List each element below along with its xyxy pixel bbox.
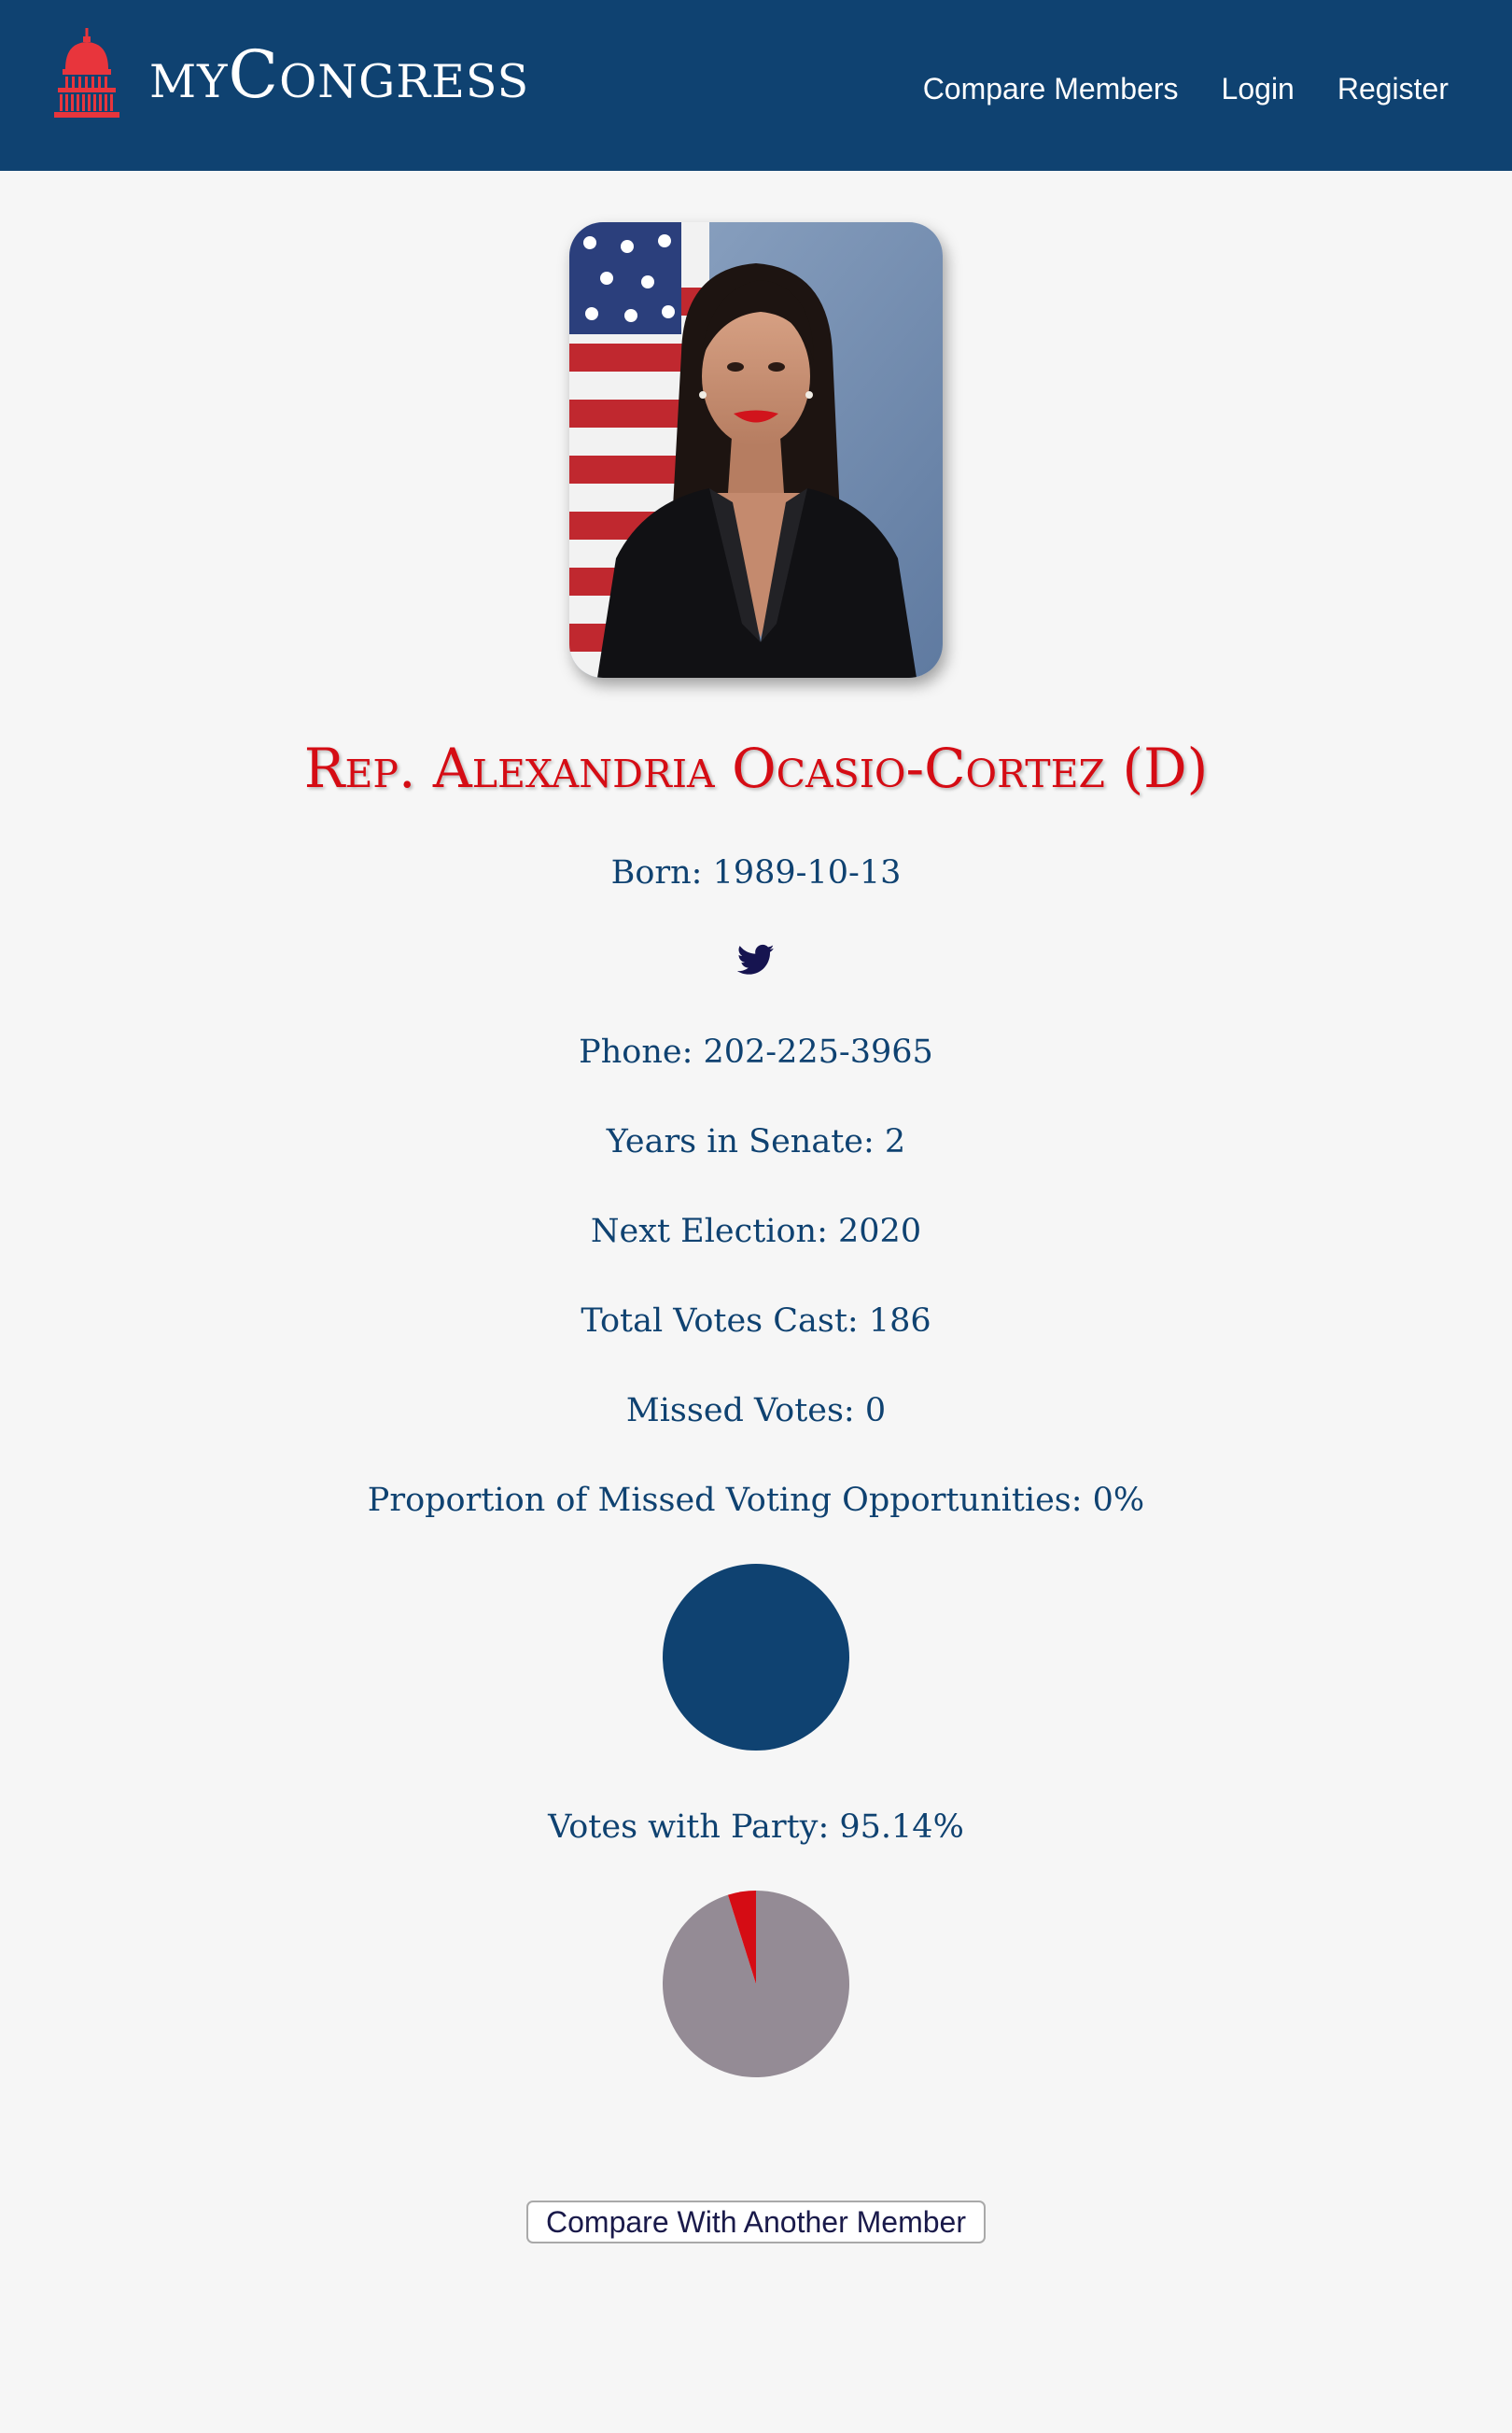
nav-links: Compare Members Login Register <box>880 0 1449 177</box>
capitol-logo-icon <box>54 28 119 118</box>
member-photo <box>569 222 943 678</box>
twitter-icon <box>736 944 775 975</box>
missed-votes: Missed Votes: 0 <box>625 1392 887 1429</box>
party-votes-pie-svg <box>663 1891 849 2077</box>
navbar: myCongress Compare Members Login Registe… <box>0 0 1512 171</box>
next-election: Next Election: 2020 <box>590 1213 922 1250</box>
years-in-senate: Years in Senate: 2 <box>606 1123 906 1160</box>
born-date: Born: 1989-10-13 <box>610 854 902 892</box>
missed-votes-pie-chart <box>661 1562 851 1752</box>
nav-compare-members[interactable]: Compare Members <box>923 72 1179 106</box>
twitter-link[interactable] <box>736 941 776 978</box>
missed-votes-pie-svg <box>663 1564 849 1751</box>
compare-with-another-member-button[interactable]: Compare With Another Member <box>526 2201 986 2243</box>
member-name: Rep. Alexandria Ocasio-Cortez (D) <box>303 737 1209 800</box>
brand-home-link[interactable]: myCongress <box>54 28 529 121</box>
phone-number: Phone: 202-225-3965 <box>579 1034 933 1071</box>
nav-register[interactable]: Register <box>1337 72 1449 106</box>
missed-proportion: Proportion of Missed Voting Opportunitie… <box>367 1482 1145 1519</box>
votes-with-party: Votes with Party: 95.14% <box>548 1808 964 1846</box>
party-votes-pie-chart <box>661 1889 851 2079</box>
brand-name: myCongress <box>149 36 530 113</box>
member-portrait-image <box>569 222 943 678</box>
total-votes-cast: Total Votes Cast: 186 <box>581 1302 931 1340</box>
nav-login[interactable]: Login <box>1222 72 1295 106</box>
pie-slice-votes-cast <box>663 1564 849 1751</box>
